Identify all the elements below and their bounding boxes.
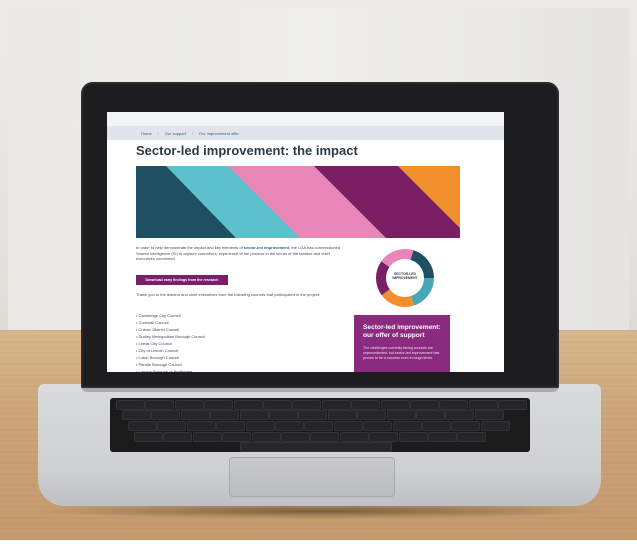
keyboard-key — [192, 432, 222, 442]
breadcrumb-our-support[interactable]: Our support — [165, 131, 186, 136]
keyboard-key — [369, 432, 399, 442]
keyboard-key — [333, 421, 363, 431]
keyboard-key — [327, 410, 357, 420]
keyboard-key — [145, 400, 175, 410]
intro-text: In order to help demonstrate the impact … — [136, 245, 244, 250]
keyboard-key — [116, 400, 145, 410]
logo-text: SECTOR-LED IMPROVEMENT — [392, 272, 418, 280]
keyboard-key — [204, 400, 234, 410]
keyboard-key — [439, 400, 469, 410]
laptop-photo: Home / Our support / Our improvement off… — [0, 0, 637, 557]
keyboard-key — [351, 400, 381, 410]
bottom-margin — [0, 540, 637, 557]
offer-text: The challenges currently facing councils… — [363, 346, 440, 360]
keyboard-key — [163, 432, 193, 442]
page-title: Sector-led improvement: the impact — [136, 143, 358, 158]
keyboard-key — [304, 421, 334, 431]
offer-of-support-panel[interactable]: Sector-led improvement: our offer of sup… — [354, 315, 450, 372]
council-list: Cambridge City CouncilCornwall CouncilCr… — [136, 312, 205, 372]
laptop-trackpad — [229, 457, 395, 497]
council-list-item: Luton Borough Council — [136, 354, 205, 361]
keyboard-key — [363, 421, 393, 431]
intro-paragraph: In order to help demonstrate the impact … — [136, 245, 346, 262]
keyboard-key — [263, 400, 292, 410]
keyboard-key — [321, 400, 351, 410]
keyboard-key — [410, 400, 439, 410]
breadcrumb: Home / Our support / Our improvement off… — [107, 126, 504, 140]
council-list-item: City of Lincoln Council — [136, 347, 205, 354]
laptop-keyboard — [110, 398, 530, 452]
thanks-paragraph: Thank you to the leaders and chief execu… — [136, 292, 321, 297]
keyboard-key — [216, 421, 246, 431]
keyboard-key — [428, 432, 457, 442]
keyboard-key — [251, 432, 281, 442]
keyboard-key — [457, 432, 487, 442]
keyboard-key — [480, 421, 510, 431]
keyboard-key — [380, 400, 410, 410]
keyboard-key — [292, 400, 322, 410]
keyboard-key — [339, 432, 369, 442]
sector-led-improvement-logo: SECTOR-LED IMPROVEMENT — [376, 249, 434, 307]
keyboard-key — [357, 410, 387, 420]
keyboard-key — [416, 410, 445, 420]
keyboard-key — [468, 400, 498, 410]
keyboard-key — [422, 421, 451, 431]
keyboard-key — [445, 410, 475, 420]
keyboard-key — [275, 421, 304, 431]
sector-led-improvement-link[interactable]: sector-led improvement — [244, 245, 289, 250]
council-list-item: Dudley Metropolitan Borough Council — [136, 333, 205, 340]
keyboard-key — [269, 410, 298, 420]
council-list-item: Cambridge City Council — [136, 312, 205, 319]
keyboard-key — [180, 410, 210, 420]
keyboard-key — [398, 432, 428, 442]
keyboard-key — [310, 432, 340, 442]
keyboard-key — [128, 421, 157, 431]
keyboard-key — [222, 432, 252, 442]
breadcrumb-home[interactable]: Home — [141, 131, 152, 136]
keyboard-key — [233, 400, 263, 410]
keyboard-key — [474, 410, 504, 420]
laptop-screen: Home / Our support / Our improvement off… — [107, 112, 504, 372]
council-list-item: Pendle Borough Council — [136, 361, 205, 368]
breadcrumb-current: Our improvement offer — [199, 130, 239, 136]
breadcrumb-separator: / — [191, 130, 194, 136]
council-list-item: Cornwall Council — [136, 319, 205, 326]
council-list-item: Leeds City Council — [136, 340, 205, 347]
keyboard-key — [174, 400, 204, 410]
keyboard-key — [451, 421, 481, 431]
keyboard-key — [392, 421, 422, 431]
keyboard-key — [210, 410, 240, 420]
keyboard-key — [245, 421, 275, 431]
keyboard-key — [186, 421, 216, 431]
offer-title[interactable]: Sector-led improvement: our offer of sup… — [363, 324, 447, 340]
keyboard-key — [298, 410, 328, 420]
keyboard-key — [122, 410, 151, 420]
site-header — [107, 112, 504, 126]
keyboard-key — [239, 410, 269, 420]
keyboard-key — [151, 410, 181, 420]
keyboard-key — [281, 432, 310, 442]
keyboard-key — [386, 410, 416, 420]
download-findings-button[interactable]: Download early findings from the researc… — [136, 275, 228, 285]
breadcrumb-separator: / — [157, 130, 159, 136]
diagonal-stripe-banner — [136, 166, 460, 238]
council-list-item: London Borough of Redbridge — [136, 368, 205, 372]
keyboard-key — [134, 432, 163, 442]
keyboard-spacebar — [240, 442, 392, 452]
keyboard-key — [157, 421, 187, 431]
council-list-item: Craven District Council — [136, 326, 205, 333]
keyboard-key — [498, 400, 528, 410]
